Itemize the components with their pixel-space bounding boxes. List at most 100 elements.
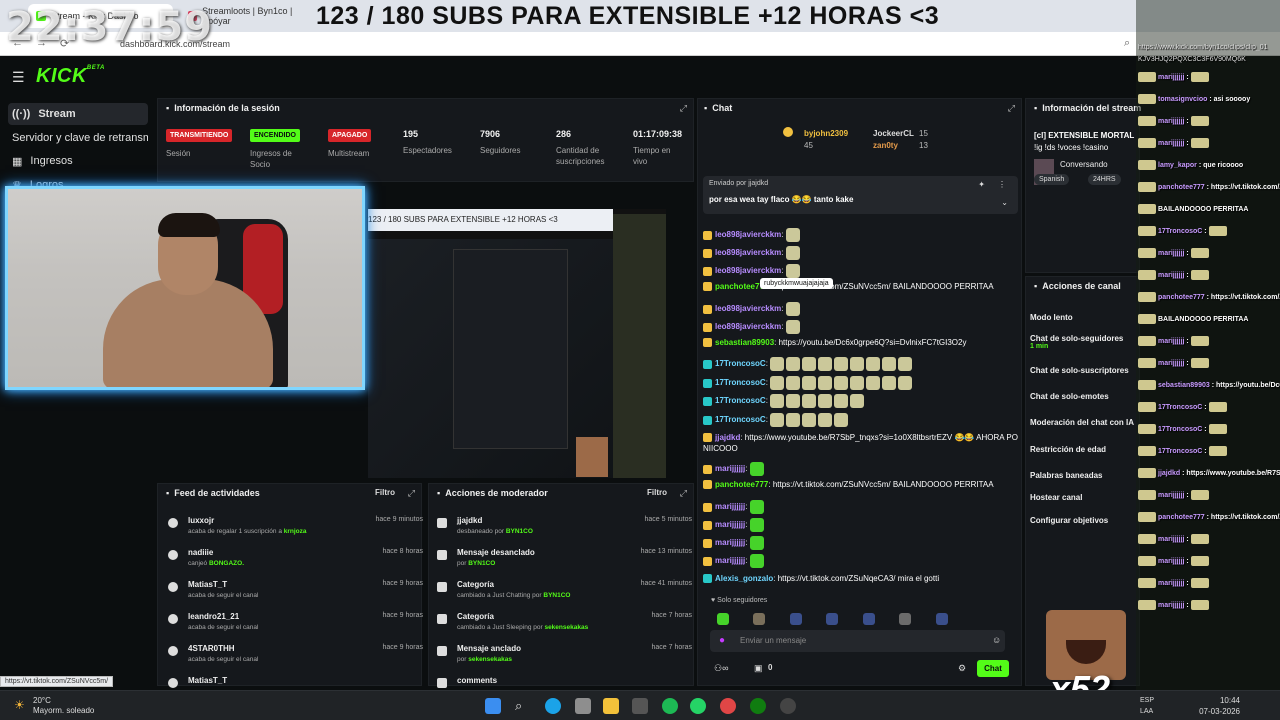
chat-username[interactable]: 17TroncosoC [715,415,766,424]
points-icon[interactable]: ⚇∞ [714,663,728,674]
mod-target[interactable]: sekensekakas [468,656,512,663]
channel-action-label: Configurar objetivos [1030,516,1109,525]
mod-action-name[interactable]: comments [457,676,497,685]
channel-action[interactable]: Modo lento [1030,313,1073,322]
spotify-icon[interactable] [662,698,678,714]
clock-tray[interactable]: 10:44 07-03-2026 [1160,695,1240,717]
feed-target[interactable]: BONGAZO. [209,560,244,567]
mod-target[interactable]: BYN1CO [468,560,495,567]
channel-action[interactable]: Moderación del chat con IA [1030,418,1134,427]
feed-user[interactable]: MatiasT_T [188,676,227,685]
mod-action-name[interactable]: jjajdkd [457,516,482,525]
sidebar-item-revenue[interactable]: ▦ Ingresos [8,150,148,172]
folder-icon[interactable] [603,698,619,714]
mod-target[interactable]: BYN1CO [543,592,570,599]
xbox-icon[interactable] [750,698,766,714]
expand-icon[interactable]: ⤢ [680,488,687,499]
expand-icon[interactable]: ⤢ [408,488,415,499]
windows-start-icon[interactable] [485,698,501,714]
chevron-down-icon[interactable]: ⌄ [1001,198,1008,207]
overlay-username: marijjjjjj [1158,271,1185,279]
chat-username[interactable]: 17TroncosoC [715,359,766,368]
emote-button[interactable] [717,612,729,625]
chat-username[interactable]: leo898javierckkm [715,266,781,275]
pin-icon[interactable]: ✦ [978,180,985,189]
emote-button[interactable] [753,612,766,625]
snip-icon[interactable] [632,698,648,714]
chat-username[interactable]: leo898javierckkm [715,230,781,239]
chat-input[interactable]: Enviar un mensaje [710,630,1005,652]
chat-text[interactable]: https://www.youtube.be/R7SbP_tnqxs?si=1o… [703,433,1018,453]
emote-button[interactable] [862,612,875,625]
emote-button[interactable] [789,612,802,625]
chat-username[interactable]: 17TroncosoC [715,378,766,387]
expand-icon[interactable]: ⤢ [1008,103,1015,114]
expand-icon[interactable]: ⤢ [680,103,687,114]
settings-gear-icon[interactable]: ⚙ [958,663,966,674]
channel-action[interactable]: Palabras baneadas [1030,471,1102,480]
more-icon[interactable]: ⋮ [998,180,1006,189]
channel-action[interactable]: Hostear canal [1030,493,1082,502]
stream-preview[interactable]: 123 / 180 SUBS PARA EXTENSIBLE +12 HORAS… [368,209,666,478]
chat-text[interactable]: https://vt.tiktok.com/ZSuNqeCA3/ mira el… [778,574,939,583]
url-field[interactable]: dashboard.kick.com/stream [120,36,1140,52]
mod-action-name[interactable]: Categoría [457,580,494,589]
filter-button[interactable]: Filtro [375,488,395,497]
chat-username[interactable]: panchotee777 [715,480,768,489]
zoom-icon[interactable]: ⌕ [1124,37,1130,50]
mod-action-name[interactable]: Mensaje anclado [457,644,521,653]
emote-button[interactable] [935,612,948,625]
overlay-emote [1208,424,1227,434]
feed-user[interactable]: nadiiie [188,548,213,557]
kick-logo[interactable]: KICKBETA [36,65,105,88]
mic-icon[interactable]: ● [719,635,725,646]
channel-action[interactable]: Chat de solo-emotes [1030,392,1109,401]
search-icon[interactable]: ⌕ [515,698,531,714]
sidebar-item-server-key[interactable]: Servidor y clave de retransmisión [8,127,148,149]
chat-username[interactable]: marijjjjjj [715,556,745,565]
chat-username[interactable]: leo898javierckkm [715,322,781,331]
menu-icon[interactable]: ☰ [12,69,25,86]
edge-icon[interactable] [545,698,561,714]
chat-username[interactable]: 17TroncosoC [715,396,766,405]
chat-username[interactable]: Alexis_gonzalo [715,574,773,583]
mod-action-name[interactable]: Categoría [457,612,494,621]
gift-icon[interactable]: ▣ [754,663,763,674]
chat-text[interactable]: https://youtu.be/Dc6x0grpe6Q?si=DvlnixFC… [779,338,967,347]
feed-target[interactable]: krnjoza [284,528,307,535]
chat-username[interactable]: marijjjjjj [715,464,745,473]
chat-text[interactable]: https://vt.tiktok.com/ZSuNVcc5m/ BAILAND… [773,480,994,489]
channel-action[interactable]: Configurar objetivos [1030,516,1108,525]
chat-username[interactable]: sebastian89903 [715,338,774,347]
chat-username[interactable]: leo898javierckkm [715,248,781,257]
emoji-icon[interactable]: ☺ [992,635,1001,645]
weather-widget[interactable]: 20°C Mayorm. soleado [33,696,94,716]
mod-target[interactable]: sekensekakas [544,624,588,631]
channel-action[interactable]: Chat de solo-suscriptores [1030,366,1129,375]
chat-username[interactable]: jjajdkd [715,433,740,442]
pinned-message[interactable]: Enviado por jjajdkd por esa wea tay flac… [703,176,1018,214]
store-icon[interactable] [575,698,591,714]
feed-user[interactable]: 4STAR0THH [188,644,235,653]
feed-user[interactable]: leandro21_21 [188,612,239,621]
whatsapp-icon[interactable] [690,698,706,714]
chat-username[interactable]: marijjjjjj [715,538,745,547]
mod-target[interactable]: BYN1CO [506,528,533,535]
chat-username[interactable]: leo898javierckkm [715,304,781,313]
chat-username[interactable]: marijjjjjj [715,520,745,529]
send-chat-button[interactable]: Chat [977,660,1009,677]
obs-icon[interactable] [780,698,796,714]
feed-user[interactable]: luxxojr [188,516,214,525]
emote-button[interactable] [826,612,839,625]
chat-username[interactable]: marijjjjjj [715,502,745,511]
language-indicator[interactable]: ESP LAA [1140,695,1154,717]
filter-button[interactable]: Filtro [647,488,667,497]
overlay-chat-line: lamy_kapor : que ricoooo [1138,160,1280,170]
channel-action[interactable]: Restricción de edad [1030,445,1106,454]
feed-user[interactable]: MatiasT_T [188,580,227,589]
emote-button[interactable] [899,612,912,625]
mod-action-name[interactable]: Mensaje desanclado [457,548,535,557]
channel-action[interactable]: Chat de solo-seguidores 1 min [1030,334,1123,350]
chrome-icon[interactable] [720,698,736,714]
sidebar-item-stream[interactable]: ((·)) Stream [8,103,148,125]
